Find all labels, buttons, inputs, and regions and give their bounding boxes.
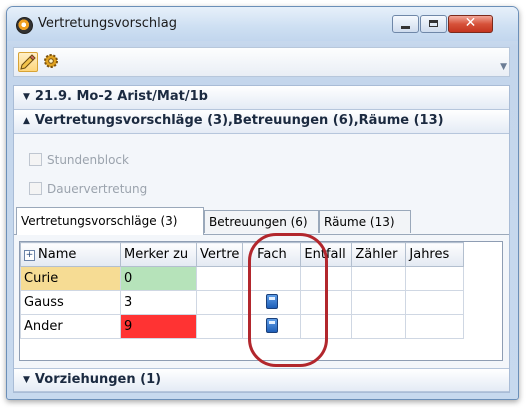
tab-betreuungen[interactable]: Betreuungen (6) — [204, 210, 319, 233]
column-header-name[interactable]: + Name — [20, 242, 121, 267]
cell-zaehler — [351, 266, 407, 291]
minimize-button[interactable] — [392, 15, 419, 33]
close-button[interactable]: ✕ — [448, 15, 493, 33]
column-header-zaehler[interactable]: Zähler — [351, 242, 407, 267]
expand-plus-icon[interactable]: + — [24, 250, 35, 261]
section-lesson[interactable]: ▼ 21.9. Mo-2 Arist/Mat/1b — [14, 86, 509, 110]
table-header-row: + Name Merker zu Vertre Fach Entfall Zähl… — [20, 242, 465, 267]
dauervertretung-option: Dauervertretung — [29, 182, 147, 196]
stundenblock-checkbox[interactable] — [29, 153, 42, 166]
section-moves-label: Vorziehungen (1) — [34, 372, 162, 387]
expand-arrow-icon: ▼ — [23, 92, 30, 102]
cell-marker: 3 — [120, 290, 197, 315]
section-moves[interactable]: ▼ Vorziehungen (1) — [14, 368, 509, 392]
stundenblock-label: Stundenblock — [47, 153, 129, 167]
tab-bar: Vertretungsvorschläge (3) Betreuungen (6… — [14, 207, 509, 235]
section-lesson-label: 21.9. Mo-2 Arist/Mat/1b — [34, 89, 208, 104]
annotation-highlight-ring — [248, 233, 328, 367]
cell-vertretungen — [195, 314, 244, 339]
window-title: Vertretungsvorschlag — [38, 16, 177, 31]
dauervertretung-label: Dauervertretung — [47, 182, 148, 196]
toolbar: ▼ — [13, 47, 510, 77]
cell-zaehler — [351, 314, 407, 339]
column-header-merker[interactable]: Merker zu — [120, 242, 197, 267]
cell-name: Ander — [20, 314, 121, 339]
table-row[interactable]: Ander 9 — [20, 314, 465, 339]
table-row[interactable]: Gauss 3 — [20, 290, 465, 315]
cell-name: Curie — [20, 266, 121, 291]
stundenblock-option: Stundenblock — [29, 153, 129, 167]
cell-vertretungen — [195, 290, 244, 315]
edit-tool-button[interactable] — [18, 52, 38, 72]
cell-marker: 9 — [120, 314, 197, 339]
cell-name: Gauss — [20, 290, 121, 315]
cell-jahres — [405, 290, 465, 315]
maximize-icon — [429, 20, 438, 27]
tab-vertretungsvorschlaege[interactable]: Vertretungsvorschläge (3) — [16, 207, 204, 235]
settings-tool-button[interactable] — [42, 52, 62, 72]
column-header-jahres[interactable]: Jahres — [405, 242, 465, 267]
column-header-vertretungen[interactable]: Vertre — [195, 242, 244, 267]
clock-app-icon — [16, 17, 33, 34]
maximize-button[interactable] — [420, 15, 447, 33]
dauervertretung-checkbox[interactable] — [29, 182, 42, 195]
collapse-arrow-icon: ▲ — [23, 116, 30, 126]
pencil-edit-icon — [20, 54, 36, 70]
cell-jahres — [405, 314, 465, 339]
cell-zaehler — [351, 290, 407, 315]
section-suggestions[interactable]: ▲ Vertretungsvorschläge (3),Betreuungen (… — [14, 110, 509, 134]
title-bar[interactable]: Vertretungsvorschlag ✕ — [7, 7, 518, 41]
cell-marker: 0 — [120, 266, 197, 291]
gear-icon — [44, 54, 58, 68]
cell-vertretungen — [195, 266, 244, 291]
section-suggestions-label: Vertretungsvorschläge (3),Betreuungen (6… — [34, 113, 444, 128]
close-icon: ✕ — [464, 15, 477, 31]
cell-jahres — [405, 266, 465, 291]
tab-raeume[interactable]: Räume (13) — [319, 210, 411, 233]
expand-arrow-icon: ▼ — [23, 375, 30, 385]
minimize-icon — [401, 26, 410, 29]
toolbar-overflow-icon[interactable]: ▼ — [500, 62, 507, 72]
table-row[interactable]: Curie 0 — [20, 266, 465, 291]
